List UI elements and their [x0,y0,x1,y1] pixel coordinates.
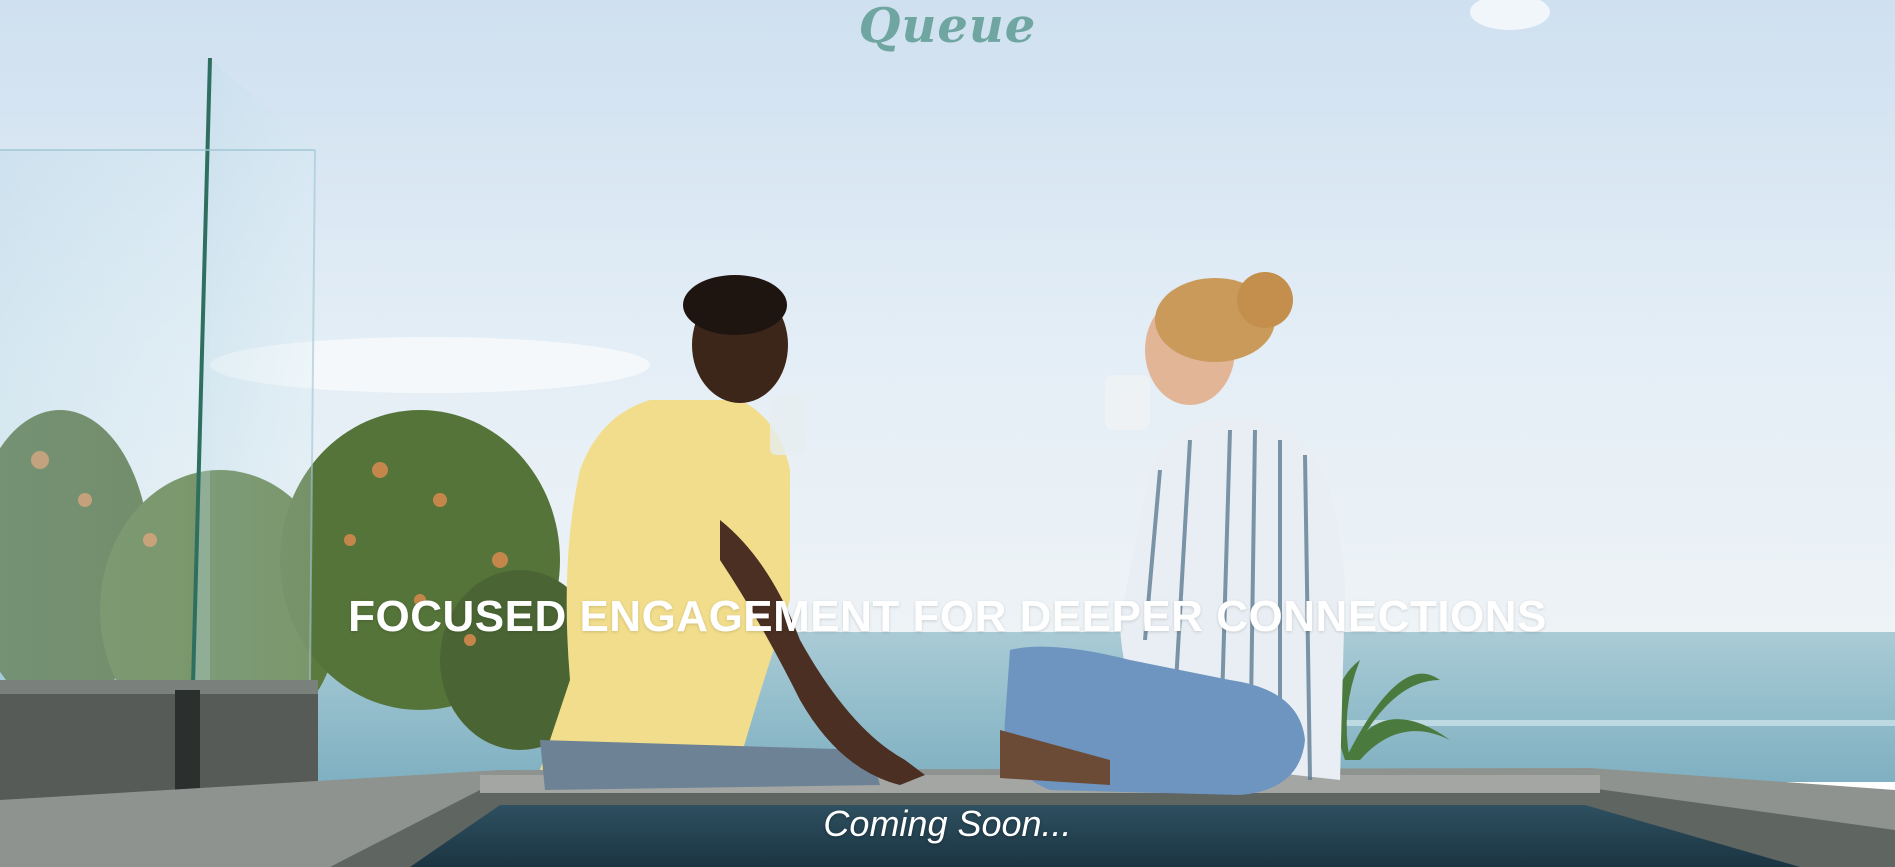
coming-soon-text: Coming Soon... [823,803,1072,844]
hero-tagline: FOCUSED ENGAGEMENT FOR DEEPER CONNECTION… [348,592,1547,641]
hero-section: Queue FOCUSED ENGAGEMENT FOR DEEPER CONN… [0,0,1895,867]
queue-logo[interactable]: Queue [859,2,1037,50]
hero-background-photo [0,0,1895,867]
logo-wordmark: Queue [858,0,1037,54]
